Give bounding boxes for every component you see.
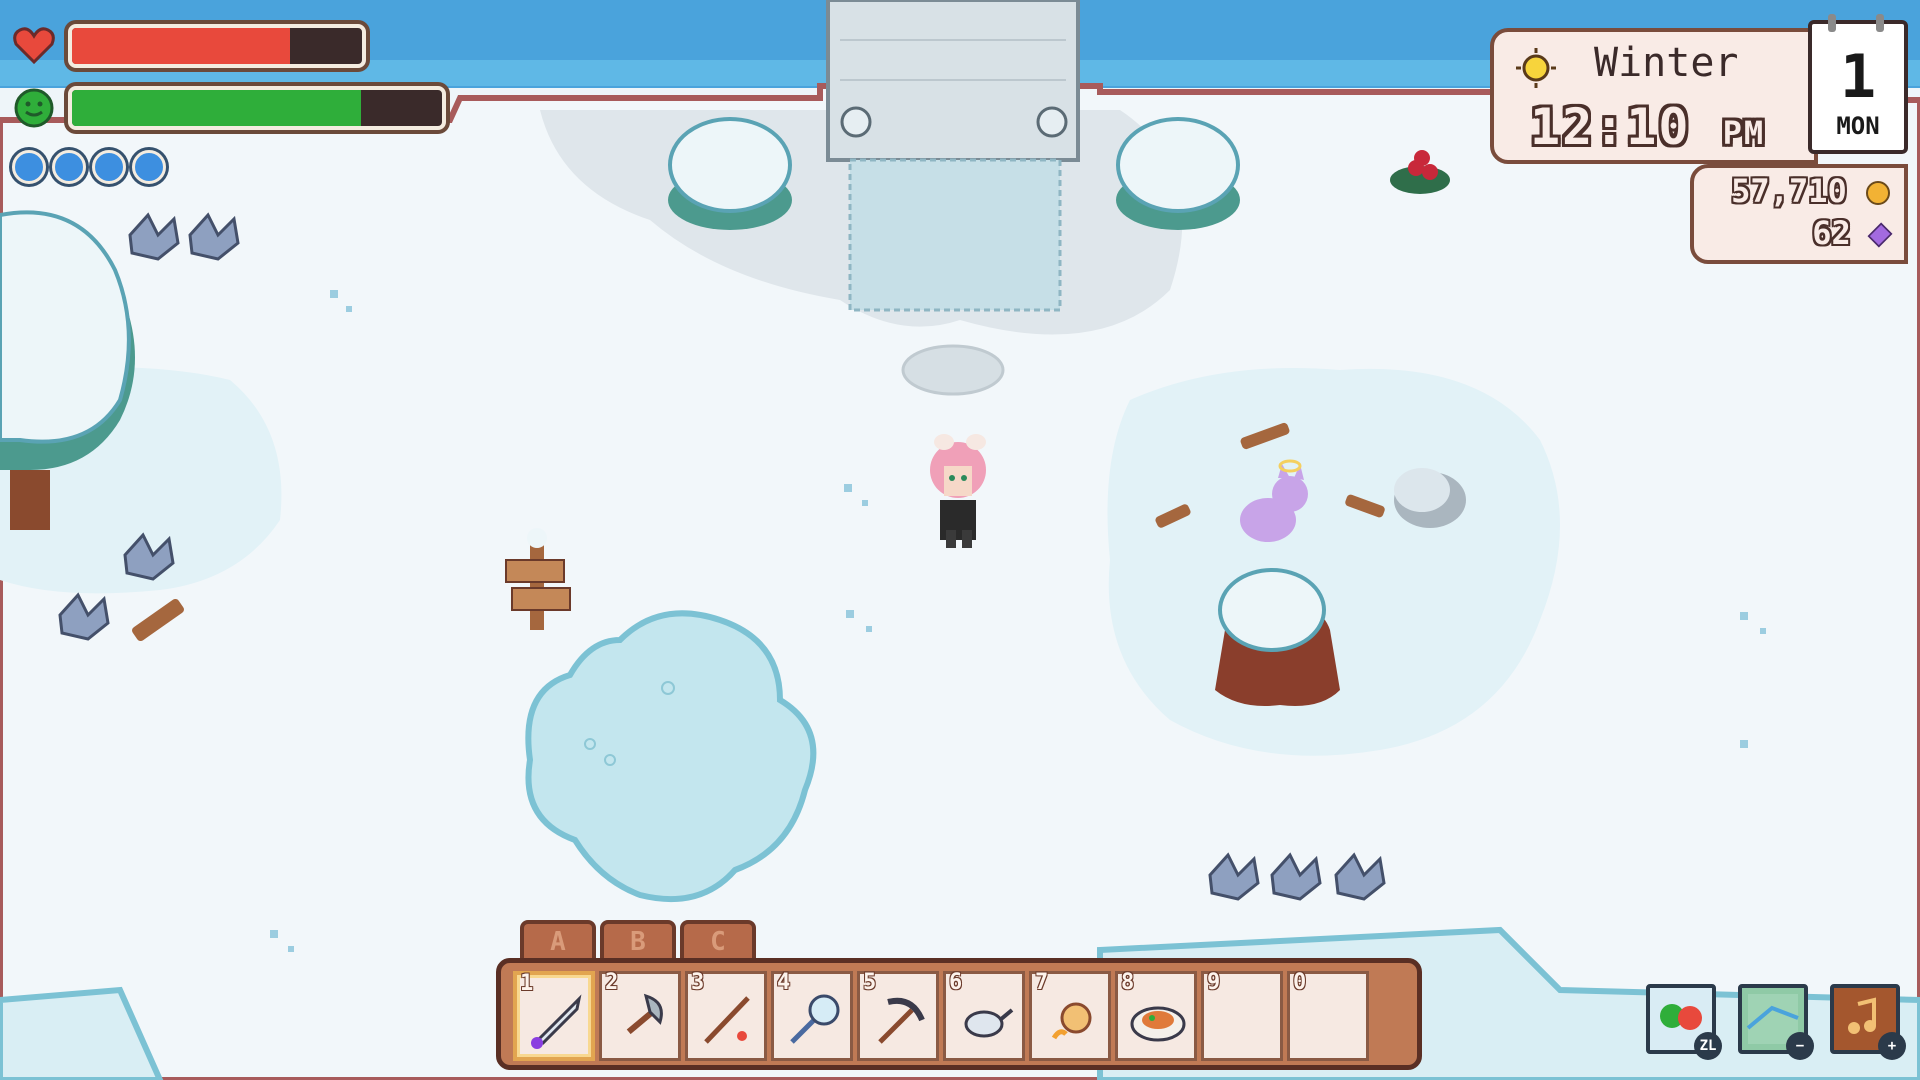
hotbar-slot-2[interactable]: 2 <box>599 970 681 1061</box>
mana-orb <box>92 150 126 184</box>
hotbar: 123456789 0 <box>496 958 1422 1070</box>
hotbar-slot-3[interactable]: 3 <box>685 970 767 1061</box>
heart-icon <box>13 27 55 65</box>
hotbar-slot-number: 9 <box>1207 970 1221 995</box>
season-label: Winter <box>1594 40 1739 86</box>
hotbar-tab-a[interactable]: A <box>520 920 596 962</box>
stamina-bar <box>12 86 446 130</box>
journal-button[interactable]: + <box>1830 984 1906 1060</box>
time-value: 12:10 <box>1530 98 1691 156</box>
snow-bush-left <box>668 117 792 230</box>
smiley-icon <box>14 88 54 128</box>
health-bar <box>12 24 366 68</box>
calendar-widget: 1 MON <box>1808 14 1908 154</box>
mana-orb <box>132 150 166 184</box>
hotbar-slot-0[interactable]: 0 <box>1287 970 1369 1061</box>
hotbar-slot-9[interactable]: 9 <box>1201 970 1283 1061</box>
hotbar-tabs: ABC <box>520 920 760 962</box>
hotbar-slot-7[interactable]: 7 <box>1029 970 1111 1061</box>
hotbar-slot-4[interactable]: 4 <box>771 970 853 1061</box>
hotbar-tab-b[interactable]: B <box>600 920 676 962</box>
hotbar-slot-8[interactable]: 8 <box>1115 970 1197 1061</box>
calendar-day: 1 <box>1839 42 1877 112</box>
calendar-weekday: MON <box>1836 112 1880 140</box>
gold-value: 57,710 <box>1731 172 1847 210</box>
snow-bush-right <box>1116 117 1240 230</box>
hotbar-slot-5[interactable]: 5 <box>857 970 939 1061</box>
essence-gem-icon <box>1867 222 1893 248</box>
mana-orbs <box>12 150 166 184</box>
time-ampm: PM <box>1722 114 1766 152</box>
inventory-button[interactable]: ZL <box>1646 984 1722 1060</box>
hotbar-tab-c[interactable]: C <box>680 920 756 962</box>
hotbar-slot-1[interactable]: 1 <box>513 971 595 1061</box>
gold-coin-icon <box>1866 181 1890 205</box>
hotbar-slot-number: 0 <box>1293 970 1307 995</box>
currency-panel: 57,710 62 <box>1690 164 1908 264</box>
sun-icon <box>1516 48 1556 88</box>
gold-amount: 57,710 <box>1731 172 1890 210</box>
stamina-bar-frame <box>68 86 446 130</box>
essence-value: 62 <box>1812 214 1851 252</box>
time-label: 12:10 PM <box>1530 98 1765 156</box>
essence-amount: 62 <box>1812 214 1893 252</box>
stepping-stone <box>901 344 1005 396</box>
health-bar-frame <box>68 24 366 68</box>
clock-panel: Winter 12:10 PM <box>1490 28 1818 164</box>
hotbar-slot-6[interactable]: 6 <box>943 970 1025 1061</box>
map-button[interactable]: − <box>1738 984 1814 1060</box>
mana-orb <box>52 150 86 184</box>
journal-shortcut-badge: + <box>1878 1032 1906 1060</box>
stamina-bar-fill <box>72 90 361 126</box>
inventory-shortcut-badge: ZL <box>1694 1032 1722 1060</box>
mana-orb <box>12 150 46 184</box>
map-shortcut-badge: − <box>1786 1032 1814 1060</box>
health-bar-fill <box>72 28 290 64</box>
